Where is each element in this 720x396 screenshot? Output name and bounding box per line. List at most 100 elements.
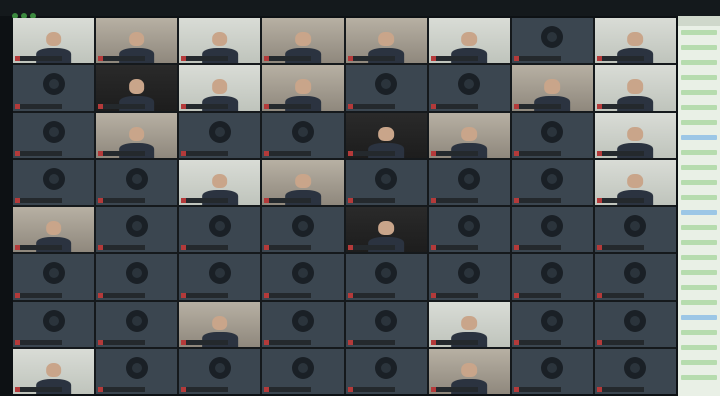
- participant-tile-camera-off[interactable]: [345, 65, 427, 111]
- mic-muted-icon: [98, 339, 104, 345]
- chat-message[interactable]: [681, 120, 717, 125]
- chat-message[interactable]: [681, 225, 717, 230]
- participant-video-tile[interactable]: [96, 18, 178, 64]
- participant-video-tile[interactable]: [428, 112, 510, 158]
- participant-tile-camera-off[interactable]: [96, 301, 178, 347]
- participant-tile-camera-off[interactable]: [345, 159, 427, 205]
- participant-video-tile[interactable]: [345, 207, 427, 253]
- participant-tile-camera-off[interactable]: [594, 254, 676, 300]
- participant-tile-camera-off[interactable]: [594, 207, 676, 253]
- participant-tile-camera-off[interactable]: [179, 348, 261, 394]
- chat-message[interactable]: [681, 90, 717, 95]
- participant-tile-camera-off[interactable]: [13, 254, 95, 300]
- participant-video-tile[interactable]: [262, 65, 344, 111]
- participant-tile-camera-off[interactable]: [179, 254, 261, 300]
- participant-tile-camera-off[interactable]: [13, 301, 95, 347]
- participant-video-tile[interactable]: [428, 18, 510, 64]
- participant-avatar-icon: [375, 309, 398, 332]
- participant-tile-camera-off[interactable]: [345, 348, 427, 394]
- participant-tile-camera-off[interactable]: [511, 207, 593, 253]
- participant-tile-camera-off[interactable]: [262, 301, 344, 347]
- participant-tile-camera-off[interactable]: [594, 301, 676, 347]
- chat-message[interactable]: [681, 180, 717, 185]
- participant-video-tile[interactable]: [511, 65, 593, 111]
- participant-head: [461, 32, 478, 47]
- chat-message[interactable]: [681, 30, 717, 35]
- participant-tile-camera-off[interactable]: [428, 207, 510, 253]
- participant-tile-camera-off[interactable]: [345, 254, 427, 300]
- chat-message[interactable]: [681, 255, 717, 260]
- participant-avatar-icon: [624, 215, 647, 237]
- chat-message[interactable]: [681, 300, 717, 305]
- participant-video-tile[interactable]: [262, 18, 344, 64]
- participant-tile-camera-off[interactable]: [511, 254, 593, 300]
- participant-tile-camera-off[interactable]: [511, 348, 593, 394]
- chat-message[interactable]: [681, 270, 717, 275]
- chat-message[interactable]: [681, 165, 717, 170]
- participant-avatar-icon: [541, 262, 564, 285]
- participant-nametag: [98, 103, 146, 109]
- participant-video-tile[interactable]: [179, 301, 261, 347]
- participant-tile-camera-off[interactable]: [428, 159, 510, 205]
- participant-video-tile[interactable]: [13, 18, 95, 64]
- window-controls[interactable]: [12, 4, 42, 19]
- participant-tile-camera-off[interactable]: [511, 112, 593, 158]
- participant-video-tile[interactable]: [594, 159, 676, 205]
- chat-message[interactable]: [681, 330, 717, 335]
- mic-muted-icon: [15, 150, 20, 156]
- participant-video-tile[interactable]: [594, 112, 676, 158]
- participant-video-tile[interactable]: [428, 301, 510, 347]
- participant-video-tile[interactable]: [13, 348, 95, 394]
- chat-message[interactable]: [681, 45, 717, 50]
- participant-tile-camera-off[interactable]: [13, 65, 95, 111]
- chat-panel[interactable]: [678, 16, 720, 396]
- participant-tile-camera-off[interactable]: [13, 159, 95, 205]
- participant-nametag: [264, 150, 312, 156]
- participant-tile-camera-off[interactable]: [594, 348, 676, 394]
- chat-message[interactable]: [681, 285, 717, 290]
- participant-tile-camera-off[interactable]: [511, 159, 593, 205]
- chat-message[interactable]: [681, 150, 717, 155]
- participant-video-tile[interactable]: [428, 348, 510, 394]
- participant-video-tile[interactable]: [345, 112, 427, 158]
- participant-tile-camera-off[interactable]: [96, 159, 178, 205]
- participant-tile-camera-off[interactable]: [345, 301, 427, 347]
- participant-video-tile[interactable]: [345, 18, 427, 64]
- participant-video-tile[interactable]: [13, 207, 95, 253]
- participant-tile-camera-off[interactable]: [511, 18, 593, 64]
- mic-muted-icon: [264, 56, 270, 62]
- participant-tile-camera-off[interactable]: [96, 348, 178, 394]
- chat-message[interactable]: [681, 195, 717, 200]
- chat-message[interactable]: [681, 315, 717, 320]
- chat-message[interactable]: [681, 240, 717, 245]
- participant-tile-camera-off[interactable]: [262, 348, 344, 394]
- participant-tile-camera-off[interactable]: [428, 254, 510, 300]
- participant-video-tile[interactable]: [179, 18, 261, 64]
- chat-message[interactable]: [681, 345, 717, 350]
- participant-video-tile[interactable]: [179, 65, 261, 111]
- participant-tile-camera-off[interactable]: [262, 207, 344, 253]
- participant-tile-camera-off[interactable]: [179, 207, 261, 253]
- participant-tile-camera-off[interactable]: [96, 254, 178, 300]
- participant-video-tile[interactable]: [262, 159, 344, 205]
- chat-message[interactable]: [681, 375, 717, 380]
- participant-tile-camera-off[interactable]: [179, 112, 261, 158]
- chat-message[interactable]: [681, 360, 717, 365]
- participant-tile-camera-off[interactable]: [511, 301, 593, 347]
- participant-video-tile[interactable]: [594, 18, 676, 64]
- chat-message[interactable]: [681, 105, 717, 110]
- chat-message[interactable]: [681, 75, 717, 80]
- participant-video-tile[interactable]: [96, 65, 178, 111]
- participant-tile-camera-off[interactable]: [428, 65, 510, 111]
- participant-video-tile[interactable]: [594, 65, 676, 111]
- participant-video-tile[interactable]: [179, 159, 261, 205]
- participant-tile-camera-off[interactable]: [262, 112, 344, 158]
- participant-video-tile[interactable]: [96, 112, 178, 158]
- chat-message[interactable]: [681, 60, 717, 65]
- participant-tile-camera-off[interactable]: [96, 207, 178, 253]
- participant-nametag: [513, 103, 561, 109]
- participant-tile-camera-off[interactable]: [262, 254, 344, 300]
- chat-message[interactable]: [681, 135, 717, 140]
- participant-tile-camera-off[interactable]: [13, 112, 95, 158]
- chat-message[interactable]: [681, 210, 717, 215]
